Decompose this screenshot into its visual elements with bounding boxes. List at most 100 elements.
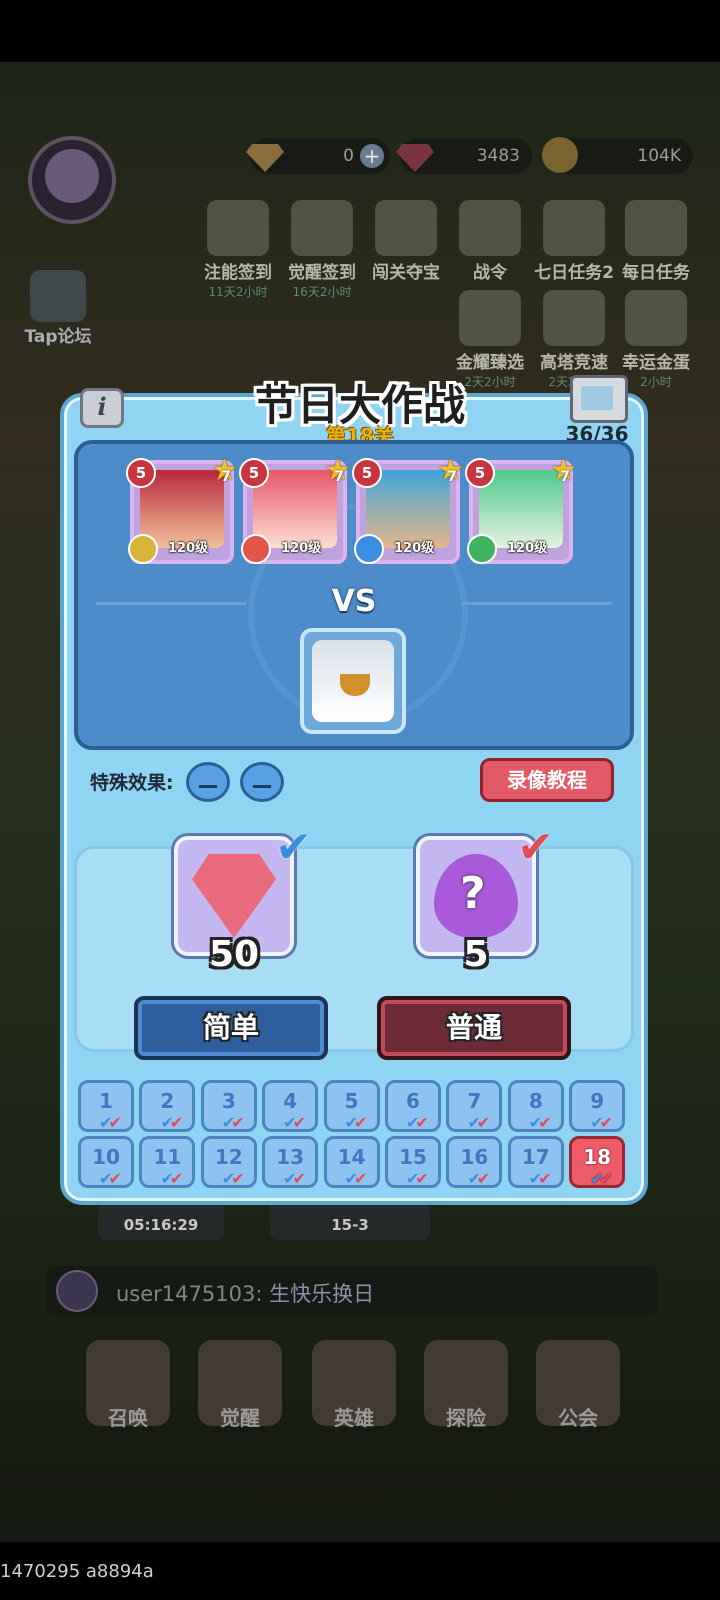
hero-card-3[interactable]: 5 ★ 7 120级 xyxy=(352,456,464,564)
level-button-9[interactable]: 9 ✔✔ xyxy=(569,1080,626,1132)
nav-summon[interactable]: 召唤 xyxy=(76,1340,180,1431)
level-button-11[interactable]: 11 ✔✔ xyxy=(139,1136,196,1188)
event-icon-awaken-checkin[interactable]: 觉醒签到 16天2小时 xyxy=(280,200,364,300)
side-icon-forum[interactable]: Tap论坛 xyxy=(18,270,98,347)
event-icon-lucky-egg[interactable]: 幸运金蛋 2小时 xyxy=(616,290,696,390)
normal-button[interactable]: 普通 xyxy=(377,996,571,1060)
enemy-card[interactable] xyxy=(300,628,406,734)
level-button-5[interactable]: 5 ✔✔ xyxy=(323,1080,380,1132)
hero-card-2[interactable]: 5 ★ 7 120级 xyxy=(239,456,351,564)
level-button-3[interactable]: 3 ✔✔ xyxy=(200,1080,257,1132)
level-number: 8 xyxy=(528,1089,543,1113)
nav-explore[interactable]: 探险 xyxy=(414,1340,518,1431)
double-check-icon: ✔✔ xyxy=(528,1113,552,1132)
element-nature-icon xyxy=(467,534,497,564)
divider-right xyxy=(462,602,612,605)
level-button-2[interactable]: 2 ✔✔ xyxy=(139,1080,196,1132)
record-book-icon[interactable] xyxy=(570,375,628,423)
event-icon-seven-day[interactable]: 七日任务2 xyxy=(532,200,616,283)
currency-bar-2[interactable]: 3483 xyxy=(396,138,532,174)
hero-level: 120级 xyxy=(281,541,322,556)
easy-button[interactable]: 简单 xyxy=(134,996,328,1060)
star-icon: ★ 7 xyxy=(324,453,351,488)
hero-rank-badge: 5 xyxy=(465,458,495,488)
level-number: 12 xyxy=(214,1145,243,1169)
level-button-1[interactable]: 1 ✔✔ xyxy=(78,1080,134,1132)
level-number: 2 xyxy=(160,1089,175,1113)
book-icon xyxy=(625,200,687,256)
level-button-7[interactable]: 7 ✔✔ xyxy=(446,1080,503,1132)
level-button-4[interactable]: 4 ✔✔ xyxy=(262,1080,319,1132)
nav-awaken[interactable]: 觉醒 xyxy=(188,1340,292,1431)
event-icon-daily[interactable]: 每日任务 xyxy=(616,200,696,283)
level-button-13[interactable]: 13 ✔✔ xyxy=(262,1136,319,1188)
double-check-icon: ✔✔ xyxy=(528,1169,552,1188)
video-tutorial-button[interactable]: 录像教程 xyxy=(480,758,614,802)
event-icon-battlepass[interactable]: 战令 xyxy=(448,200,532,283)
level-number: 10 xyxy=(92,1145,120,1169)
hero-card-1[interactable]: 5 ★ 7 120级 xyxy=(126,456,238,564)
level-button-10[interactable]: 10 ✔✔ xyxy=(78,1136,134,1188)
event-icon-treasure[interactable]: 闯关夺宝 xyxy=(364,200,448,283)
nav-guild[interactable]: 公会 xyxy=(526,1340,630,1431)
red-gem-icon xyxy=(396,144,434,172)
double-check-icon: ✔✔ xyxy=(467,1113,491,1132)
calendar-icon xyxy=(291,200,353,256)
nav-heroes[interactable]: 英雄 xyxy=(302,1340,406,1431)
wolf-icon xyxy=(375,200,437,256)
reward-egg-qty: 5 xyxy=(463,934,489,975)
level-number: 14 xyxy=(337,1145,366,1169)
chat-message: user1475103: 生快乐换日 xyxy=(116,1282,375,1306)
chat-bar[interactable]: user1475103: 生快乐换日 xyxy=(46,1266,658,1316)
double-check-icon: ✔✔ xyxy=(406,1169,429,1188)
build-id-text: 1470295 a8894a xyxy=(0,1561,154,1582)
effect-face-icon[interactable] xyxy=(240,762,284,802)
level-button-18[interactable]: 18 ✔✔ xyxy=(569,1136,626,1188)
level-number: 18 xyxy=(583,1145,612,1169)
effect-face-icon[interactable] xyxy=(186,762,230,802)
hero-rank-badge: 5 xyxy=(352,458,382,488)
double-check-icon: ✔✔ xyxy=(590,1113,613,1132)
element-water-icon xyxy=(354,534,384,564)
hero-card-4[interactable]: 5 ★ 7 120级 xyxy=(465,456,577,564)
level-button-16[interactable]: 16 ✔✔ xyxy=(446,1136,503,1188)
currency-bar-3[interactable]: 104K xyxy=(542,137,693,174)
calendar-icon xyxy=(459,290,521,346)
mystery-egg-icon: ? xyxy=(434,854,518,938)
currency-2-value: 3483 xyxy=(476,146,520,166)
hero-level: 120级 xyxy=(507,541,548,556)
banner-icon xyxy=(459,200,521,256)
reward-gem-qty: 50 xyxy=(208,934,260,975)
level-button-8[interactable]: 8 ✔✔ xyxy=(507,1080,564,1132)
gem-icon xyxy=(192,854,276,938)
currency-bar-1[interactable]: 0 + xyxy=(246,138,390,174)
helmet-icon xyxy=(543,200,605,256)
level-number: 9 xyxy=(590,1089,605,1113)
element-wind-icon xyxy=(128,534,158,564)
double-check-icon: ✔✔ xyxy=(283,1169,306,1188)
level-button-12[interactable]: 12 ✔✔ xyxy=(200,1136,257,1188)
star-icon: ★ 7 xyxy=(211,453,238,488)
level-button-6[interactable]: 6 ✔✔ xyxy=(385,1080,441,1132)
chat-bubble-icon xyxy=(30,270,86,322)
currency-3-value: 104K xyxy=(637,146,681,166)
calendar-icon xyxy=(207,200,269,256)
add-currency-icon[interactable]: + xyxy=(360,144,384,168)
status-bar xyxy=(0,0,720,62)
double-check-icon: ✔✔ xyxy=(283,1113,306,1132)
level-number: 15 xyxy=(399,1145,427,1169)
chat-avatar xyxy=(56,1270,98,1312)
hero-rank-badge: 5 xyxy=(239,458,269,488)
level-number: 13 xyxy=(276,1145,305,1169)
hero-rank-badge: 5 xyxy=(126,458,156,488)
level-button-15[interactable]: 15 ✔✔ xyxy=(385,1136,441,1188)
eagle-boss-portrait xyxy=(312,640,394,722)
special-effects-label: 特殊效果: xyxy=(90,772,174,794)
level-button-14[interactable]: 14 ✔✔ xyxy=(323,1136,380,1188)
element-fire-icon xyxy=(241,534,271,564)
event-icon-energy-checkin[interactable]: 注能签到 11天2小时 xyxy=(196,200,280,300)
level-button-17[interactable]: 17 ✔✔ xyxy=(507,1136,564,1188)
info-icon[interactable]: i xyxy=(80,388,124,428)
player-avatar[interactable] xyxy=(28,136,116,224)
trophy-icon xyxy=(543,290,605,346)
